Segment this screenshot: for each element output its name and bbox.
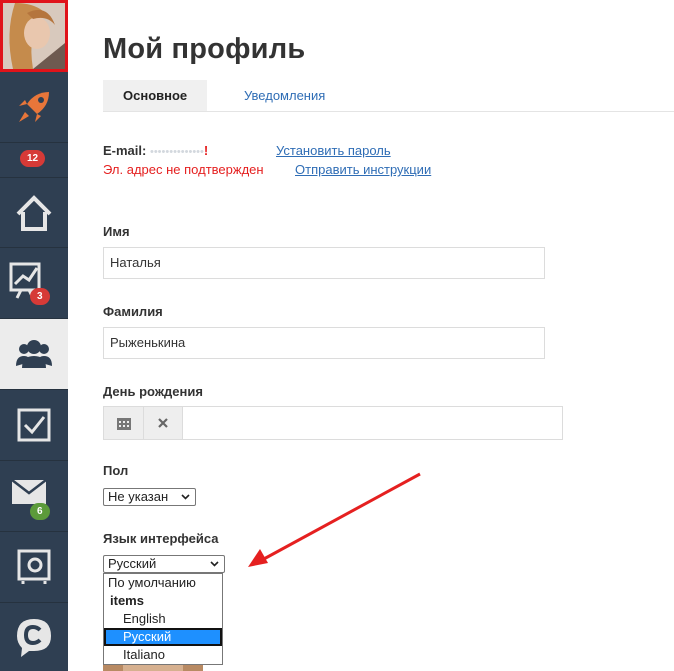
page-title: Мой профиль	[103, 33, 306, 65]
calendar-icon	[116, 417, 131, 430]
profile-tabs: Основное Уведомления	[103, 80, 674, 112]
birthday-label: День рождения	[103, 384, 203, 399]
sidebar: 12 3 6	[0, 0, 68, 671]
nav-team[interactable]	[0, 319, 68, 390]
first-name-field[interactable]: Наталья	[103, 247, 545, 279]
set-password-link[interactable]: Установить пароль	[276, 143, 391, 158]
send-instructions-link[interactable]: Отправить инструкции	[295, 162, 431, 177]
nav-rocket[interactable]	[0, 72, 68, 143]
email-warning-icon: !	[203, 143, 209, 158]
language-option-russian[interactable]: Русский	[104, 628, 222, 646]
rocket-icon	[19, 92, 49, 122]
email-status-row: Эл. адрес не подтвержден Отправить инстр…	[103, 162, 431, 177]
home-icon	[16, 194, 52, 231]
chevron-down-icon	[210, 561, 219, 567]
close-icon	[158, 418, 168, 428]
email-not-confirmed-text: Эл. адрес не подтвержден	[103, 162, 264, 177]
tab-notifications[interactable]: Уведомления	[224, 80, 345, 111]
avatar-photo	[3, 3, 65, 69]
gender-select[interactable]: Не указан	[103, 488, 196, 506]
calendar-button[interactable]	[104, 407, 144, 439]
language-label: Язык интерфейса	[103, 531, 219, 546]
profile-page: Мой профиль Основное Уведомления E-mail:…	[68, 0, 674, 671]
last-name-field[interactable]: Рыженькина	[103, 327, 545, 359]
birthday-control	[103, 406, 563, 440]
chart-badge: 3	[30, 288, 50, 305]
language-select[interactable]: Русский	[103, 555, 225, 573]
nav-home[interactable]	[0, 177, 68, 248]
safe-icon	[17, 549, 51, 584]
language-option-english[interactable]: English	[104, 610, 222, 628]
email-label: E-mail:	[103, 143, 147, 158]
language-optgroup-items: items	[110, 593, 144, 608]
mail-icon	[11, 479, 47, 504]
checkbox-icon	[17, 408, 51, 442]
tab-main[interactable]: Основное	[103, 80, 208, 111]
gender-select-value: Не указан	[108, 489, 169, 504]
language-option-italiano[interactable]: Italiano	[104, 646, 222, 664]
rocket-badge: 12	[20, 150, 46, 167]
nav-tasks[interactable]	[0, 390, 68, 461]
annotation-arrow	[248, 472, 421, 567]
mail-badge: 6	[30, 503, 50, 520]
user-avatar[interactable]	[0, 0, 68, 72]
language-dropdown-list: По умолчанию items English Русский Itali…	[103, 573, 223, 665]
nav-growth[interactable]	[0, 248, 68, 319]
birthday-input[interactable]	[183, 407, 562, 439]
chat-icon	[17, 619, 51, 657]
email-row: E-mail: ••••••••••••••! Установить парол…	[103, 143, 391, 158]
clear-date-button[interactable]	[144, 407, 183, 439]
team-icon	[16, 340, 52, 368]
nav-chat[interactable]	[0, 603, 68, 671]
last-name-label: Фамилия	[103, 304, 163, 319]
nav-mail[interactable]	[0, 461, 68, 532]
language-select-value: Русский	[108, 556, 157, 571]
gender-label: Пол	[103, 463, 129, 478]
first-name-label: Имя	[103, 224, 130, 239]
chevron-down-icon	[181, 494, 190, 500]
language-option-default[interactable]: По умолчанию	[104, 574, 222, 592]
nav-safe[interactable]	[0, 532, 68, 603]
email-value: ••••••••••••••	[149, 146, 204, 158]
